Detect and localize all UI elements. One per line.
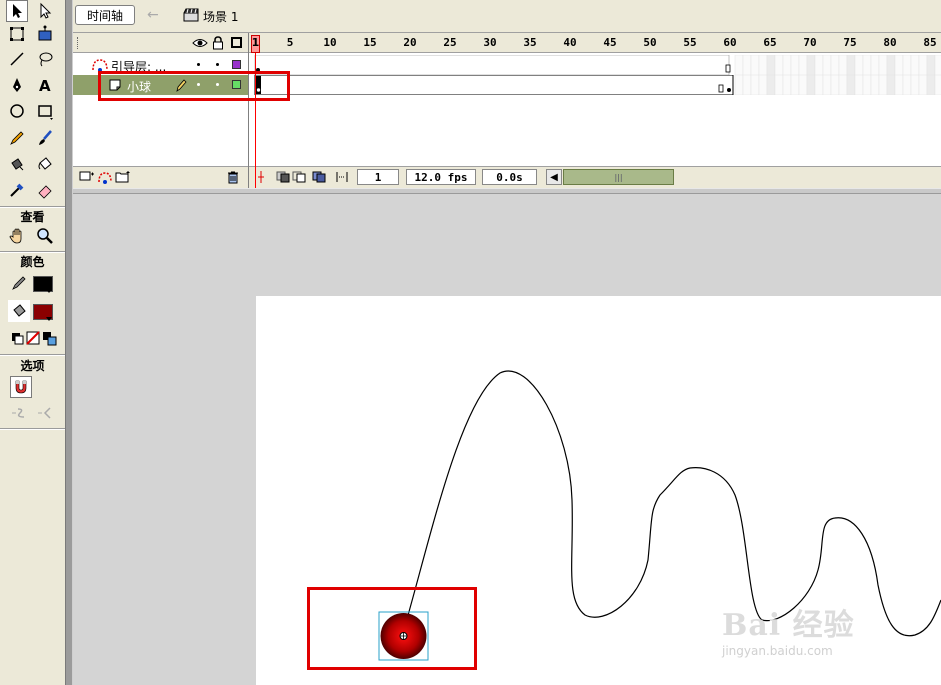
rectangle-tool-icon[interactable] xyxy=(34,100,56,122)
view-section-title: 查看 xyxy=(20,210,45,224)
frames-footer: 1 12.0 fps 0.0s ◀ ||| xyxy=(249,166,941,188)
back-arrow-icon[interactable]: ← xyxy=(147,7,159,23)
ruler-frame-number: 35 xyxy=(523,36,537,49)
pen-tool-icon[interactable] xyxy=(6,74,28,96)
brush-tool-icon[interactable] xyxy=(34,127,56,149)
grip-icon xyxy=(77,37,80,49)
ruler-frame-number: 50 xyxy=(643,36,657,49)
frame-row-guide[interactable] xyxy=(249,55,941,75)
text-tool-icon[interactable]: A xyxy=(34,74,56,96)
highlight-box-layer xyxy=(98,71,290,101)
scroll-left-button[interactable]: ◀ xyxy=(546,169,562,185)
options-section-title: 选项 xyxy=(20,359,45,373)
smooth-icon xyxy=(8,402,30,424)
tools-panel: A 查看 颜色 选项 xyxy=(0,0,65,685)
selection-tool-icon[interactable] xyxy=(6,0,28,22)
zoom-tool-icon[interactable] xyxy=(34,225,56,247)
ruler-frame-number: 80 xyxy=(883,36,897,49)
ruler-frame-number: 70 xyxy=(803,36,817,49)
frame-rate-field[interactable]: 12.0 fps xyxy=(406,169,476,185)
ruler-frame-number: 15 xyxy=(363,36,377,49)
frame-ruler[interactable]: 1510152025303540455055606570758085 xyxy=(249,33,941,53)
ruler-frame-number: 60 xyxy=(723,36,737,49)
layer-color-square[interactable] xyxy=(232,60,241,69)
center-frame-icon[interactable] xyxy=(255,170,267,187)
ruler-frame-number: 85 xyxy=(923,36,937,49)
outline-icon[interactable] xyxy=(231,37,242,48)
ruler-frame-number: 40 xyxy=(563,36,577,49)
modify-onion-markers-icon[interactable] xyxy=(335,171,349,186)
edit-multiple-frames-icon[interactable] xyxy=(312,171,326,186)
swap-colors-icon[interactable] xyxy=(38,327,60,349)
frames-panel: 1510152025303540455055606570758085 xyxy=(248,33,941,188)
timeline-toggle-button[interactable]: 时间轴 xyxy=(75,5,135,25)
onion-skin-icon[interactable] xyxy=(276,171,290,186)
delete-layer-icon[interactable] xyxy=(226,170,240,187)
watermark: Bai 经验 jingyan.baidu.com xyxy=(722,600,937,660)
watermark-url: jingyan.baidu.com xyxy=(722,644,833,658)
ruler-frame-number: 30 xyxy=(483,36,497,49)
ruler-frame-number: 5 xyxy=(286,36,294,49)
elapsed-time-field: 0.0s xyxy=(482,169,537,185)
eye-icon[interactable] xyxy=(192,36,208,53)
tools-divider[interactable] xyxy=(65,0,73,685)
svg-text:A: A xyxy=(39,77,51,94)
playhead-marker[interactable]: 1 xyxy=(251,35,260,53)
eraser-tool-icon[interactable] xyxy=(34,179,56,201)
lock-dot[interactable] xyxy=(216,63,219,66)
ruler-frame-number: 20 xyxy=(403,36,417,49)
oval-tool-icon[interactable] xyxy=(6,100,28,122)
onion-skin-outlines-icon[interactable] xyxy=(292,171,306,186)
frame-row-ball[interactable] xyxy=(249,75,941,95)
colors-section-title: 颜色 xyxy=(20,255,45,269)
line-tool-icon[interactable] xyxy=(6,48,28,70)
timeline-toolbar: 时间轴 ← 场景 1 xyxy=(73,0,941,33)
hand-tool-icon[interactable] xyxy=(6,225,28,247)
eyedropper-tool-icon[interactable] xyxy=(6,179,28,201)
layer-footer xyxy=(73,166,248,188)
current-frame-field: 1 xyxy=(357,169,399,185)
fill-transform-tool-icon[interactable] xyxy=(34,23,56,45)
visibility-dot[interactable] xyxy=(197,63,200,66)
pencil-tool-icon[interactable] xyxy=(6,127,28,149)
layer-header xyxy=(73,33,248,53)
stroke-color-dropdown-icon xyxy=(46,289,52,293)
add-guide-layer-icon[interactable] xyxy=(97,170,113,187)
paint-bucket-tool-icon[interactable] xyxy=(34,153,56,175)
layers-panel: 引导层: ... 小球 xyxy=(73,33,248,188)
ruler-frame-number: 75 xyxy=(843,36,857,49)
watermark-brand: Bai 经验 xyxy=(722,608,855,643)
lasso-tool-icon[interactable] xyxy=(34,48,56,70)
playhead-frame-number: 1 xyxy=(251,36,260,49)
ruler-frame-number: 10 xyxy=(323,36,337,49)
lock-icon[interactable] xyxy=(212,36,224,53)
scene-label[interactable]: 场景 1 xyxy=(203,8,238,25)
horizontal-scrollbar-thumb[interactable]: ||| xyxy=(563,169,674,185)
ruler-frame-number: 65 xyxy=(763,36,777,49)
insert-layer-icon[interactable] xyxy=(79,170,95,187)
section-divider xyxy=(0,354,65,356)
highlight-box-ball xyxy=(307,587,477,670)
ruler-frame-number: 45 xyxy=(603,36,617,49)
ink-bottle-tool-icon[interactable] xyxy=(6,153,28,175)
subselection-tool-icon[interactable] xyxy=(34,0,56,22)
free-transform-tool-icon[interactable] xyxy=(6,23,28,45)
scene-clapper-icon xyxy=(183,8,199,25)
playhead-line xyxy=(255,35,256,188)
fill-color-bucket-icon xyxy=(8,300,30,322)
insert-folder-icon[interactable] xyxy=(115,170,131,187)
snap-magnet-icon[interactable] xyxy=(10,376,32,398)
section-divider xyxy=(0,428,65,430)
fill-color-dropdown-icon xyxy=(46,317,52,321)
ruler-frame-number: 55 xyxy=(683,36,697,49)
stroke-color-pencil-icon xyxy=(8,272,30,294)
ruler-frame-number: 25 xyxy=(443,36,457,49)
straighten-icon xyxy=(34,402,56,424)
